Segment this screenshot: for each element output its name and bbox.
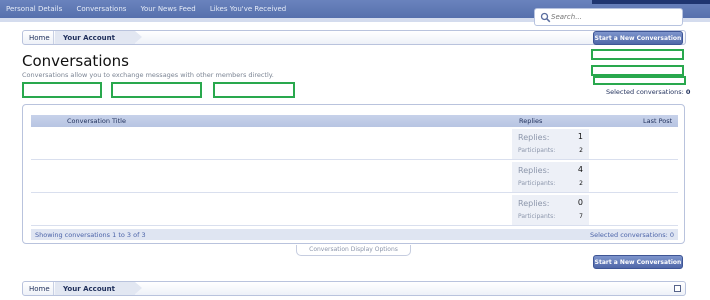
row-stats: Replies: 1 Participants: 2	[512, 129, 589, 159]
header-corner-block	[592, 0, 710, 4]
breadcrumb-current[interactable]: Your Account	[55, 31, 135, 44]
breadcrumb-home[interactable]: Home	[29, 285, 50, 293]
breadcrumb-arrow	[135, 282, 142, 294]
participants-count: 7	[579, 213, 583, 220]
selected-conversations-top: Selected conversations: 0	[606, 88, 690, 96]
breadcrumb-arrow	[135, 31, 142, 43]
column-replies[interactable]: Replies	[519, 117, 542, 125]
breadcrumb-bottom: Home Your Account	[22, 281, 686, 296]
participants-label: Participants:	[518, 147, 556, 154]
page-title: Conversations	[22, 52, 129, 70]
participants-count: 2	[579, 147, 583, 154]
participants-label: Participants:	[518, 180, 556, 187]
display-options-tab[interactable]: Conversation Display Options	[296, 245, 411, 256]
conversation-row[interactable]: Replies: 0 Participants: 7	[31, 194, 678, 226]
jump-to-icon[interactable]	[674, 285, 681, 292]
start-conversation-button-bottom[interactable]: Start a New Conversation	[593, 255, 683, 269]
highlight-box-3	[213, 82, 295, 98]
selected-count: 0	[685, 88, 691, 96]
replies-count: 1	[577, 132, 583, 141]
start-conversation-button[interactable]: Start a New Conversation	[593, 31, 683, 45]
nav-links: Personal Details Conversations Your News…	[6, 5, 298, 13]
row-stats: Replies: 4 Participants: 2	[512, 162, 589, 192]
highlight-box-5	[591, 65, 684, 76]
breadcrumb: Home Your Account	[22, 30, 686, 45]
redacted-title-area	[31, 161, 216, 192]
search-input[interactable]	[551, 11, 676, 23]
list-header: Conversation Title Replies Last Post	[31, 115, 678, 127]
replies-count: 0	[577, 198, 583, 207]
showing-conversations: Showing conversations 1 to 3 of 3	[35, 231, 146, 239]
nav-link-likes-received[interactable]: Likes You've Received	[210, 5, 286, 13]
conversation-list: Conversation Title Replies Last Post Rep…	[22, 104, 685, 244]
search-box[interactable]	[534, 8, 683, 26]
breadcrumb-current-label: Your Account	[63, 285, 115, 293]
selected-conversations-bottom[interactable]: Selected conversations: 0	[590, 231, 674, 239]
nav-link-conversations[interactable]: Conversations	[76, 5, 126, 13]
highlight-box-4	[591, 49, 684, 60]
conversation-row[interactable]: Replies: 1 Participants: 2	[31, 128, 678, 160]
breadcrumb-current-label: Your Account	[63, 34, 115, 42]
participants-label: Participants:	[518, 213, 556, 220]
column-conversation-title[interactable]: Conversation Title	[67, 117, 126, 125]
conversation-row[interactable]: Replies: 4 Participants: 2	[31, 161, 678, 193]
participants-count: 2	[579, 180, 583, 187]
breadcrumb-divider	[53, 31, 54, 44]
column-last-post[interactable]: Last Post	[643, 117, 672, 125]
nav-link-personal-details[interactable]: Personal Details	[6, 5, 62, 13]
highlight-box-2	[111, 82, 202, 98]
replies-label: Replies:	[518, 199, 550, 208]
row-stats: Replies: 0 Participants: 7	[512, 195, 589, 225]
replies-count: 4	[577, 165, 583, 174]
search-icon	[540, 12, 551, 23]
breadcrumb-divider	[53, 282, 54, 295]
breadcrumb-current[interactable]: Your Account	[55, 282, 135, 295]
redacted-title-area	[31, 128, 206, 159]
list-footer: Showing conversations 1 to 3 of 3 Select…	[31, 229, 678, 240]
selected-label: Selected conversations:	[606, 88, 684, 96]
redacted-title-area	[31, 194, 293, 225]
highlight-box-1	[22, 82, 102, 98]
page-description: Conversations allow you to exchange mess…	[22, 71, 274, 79]
replies-label: Replies:	[518, 166, 550, 175]
breadcrumb-home[interactable]: Home	[29, 34, 50, 42]
highlight-box-6	[593, 76, 686, 85]
nav-link-news-feed[interactable]: Your News Feed	[141, 5, 196, 13]
replies-label: Replies:	[518, 133, 550, 142]
